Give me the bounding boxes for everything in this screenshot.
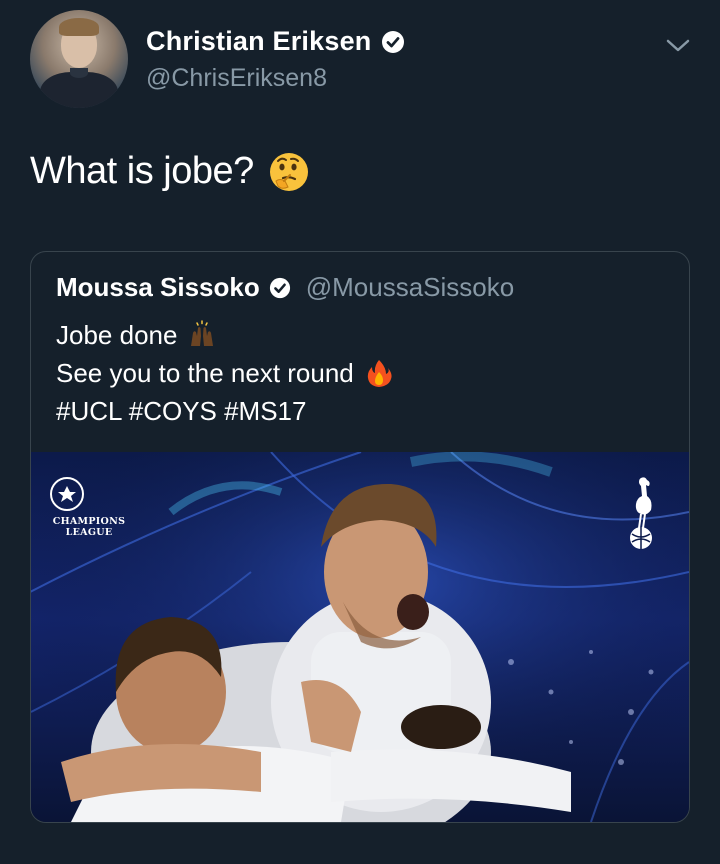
avatar-collar: [70, 68, 88, 78]
quoted-tweet-body: Jobe done See you to the next round #UCL…: [56, 316, 394, 430]
tweet: Christian Eriksen @ChrisEriksen8 What is…: [0, 0, 720, 864]
quoted-line-hashtags[interactable]: #UCL #COYS #MS17: [56, 392, 306, 430]
quoted-tweet-header: Moussa Sissoko @MoussaSissoko: [56, 272, 514, 303]
fire-icon: [364, 358, 394, 388]
verified-badge-icon: [269, 277, 291, 299]
quoted-line-text: See you to the next round: [56, 358, 354, 388]
quoted-line: #UCL #COYS #MS17: [56, 392, 394, 430]
verified-badge-icon: [381, 30, 405, 54]
spurs-cockerel-icon: [627, 474, 659, 554]
quoted-media-image[interactable]: CHAMPIONS LEAGUE: [31, 452, 689, 822]
quoted-line: Jobe done: [56, 316, 394, 354]
avatar[interactable]: [30, 10, 128, 108]
avatar-hair: [59, 18, 99, 36]
quoted-display-name: Moussa Sissoko: [56, 272, 260, 302]
champions-league-logo: CHAMPIONS LEAGUE: [49, 476, 129, 556]
quoted-handle: @MoussaSissoko: [305, 272, 515, 302]
chevron-down-icon[interactable]: [664, 34, 692, 58]
starball-icon: [50, 476, 107, 512]
champions-league-label: CHAMPIONS LEAGUE: [52, 516, 126, 538]
thinking-face-icon: [268, 151, 310, 193]
tweet-text: What is jobe?: [30, 150, 310, 193]
tweet-text-content: What is jobe?: [30, 150, 254, 192]
quoted-tweet[interactable]: Moussa Sissoko @MoussaSissoko Jobe done: [30, 251, 690, 823]
quoted-line: See you to the next round: [56, 354, 394, 392]
raising-hands-icon: [187, 320, 217, 350]
quoted-line-text: Jobe done: [56, 320, 178, 350]
media-background: [31, 452, 689, 822]
name-row: Christian Eriksen: [146, 26, 405, 57]
author-handle[interactable]: @ChrisEriksen8: [146, 64, 327, 93]
tweet-header: Christian Eriksen @ChrisEriksen8: [30, 10, 700, 110]
author-display-name[interactable]: Christian Eriksen: [146, 26, 371, 57]
